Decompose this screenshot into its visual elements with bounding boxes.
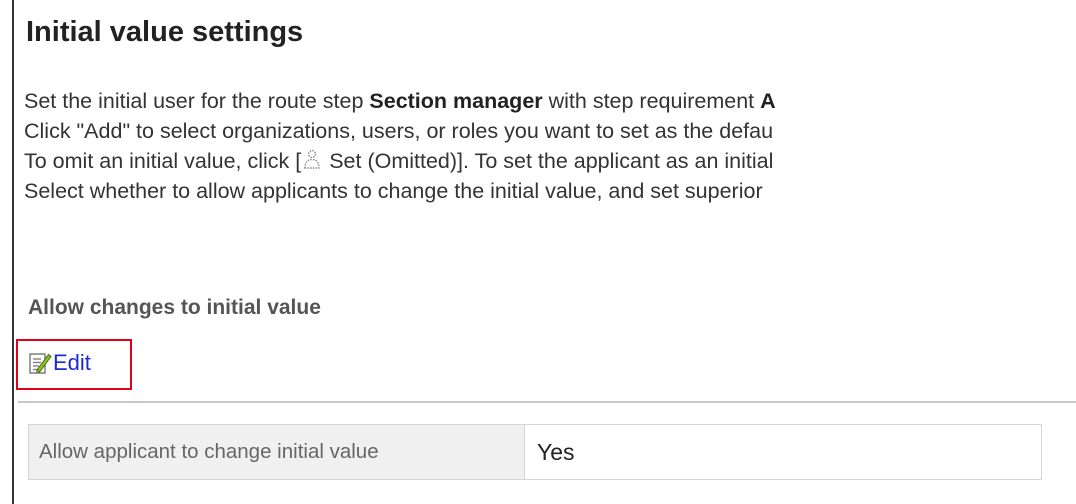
edit-icon (29, 353, 52, 374)
section-heading: Allow changes to initial value (28, 296, 321, 319)
description-text: Set (Omitted)]. To set the applicant as … (323, 149, 774, 173)
description-text: Set the initial user for the route step (24, 89, 370, 113)
settings-table: Allow applicant to change initial value … (28, 424, 1042, 480)
description-line-4: Select whether to allow applicants to ch… (24, 179, 763, 203)
description-line-2: Click "Add" to select organizations, use… (24, 119, 774, 143)
settings-panel: Initial value settings Set the initial u… (12, 0, 1076, 504)
description: Set the initial user for the route step … (24, 86, 1076, 206)
person-icon (304, 149, 320, 169)
page-title: Initial value settings (26, 16, 304, 48)
edit-link-label: Edit (53, 350, 91, 375)
allow-change-label: Allow applicant to change initial value (29, 425, 525, 479)
description-line-3: To omit an initial value, click [ Set (O… (24, 146, 1076, 176)
description-text: To omit an initial value, click [ (24, 149, 302, 173)
allow-change-value: Yes (525, 425, 1041, 479)
description-text: with step requirement (542, 89, 761, 113)
edit-link[interactable]: Edit (28, 350, 91, 376)
route-step-name: Section manager (369, 89, 543, 113)
section-divider (18, 401, 1076, 403)
step-requirement-name: A (760, 89, 776, 113)
description-line-1: Set the initial user for the route step … (24, 86, 1076, 116)
